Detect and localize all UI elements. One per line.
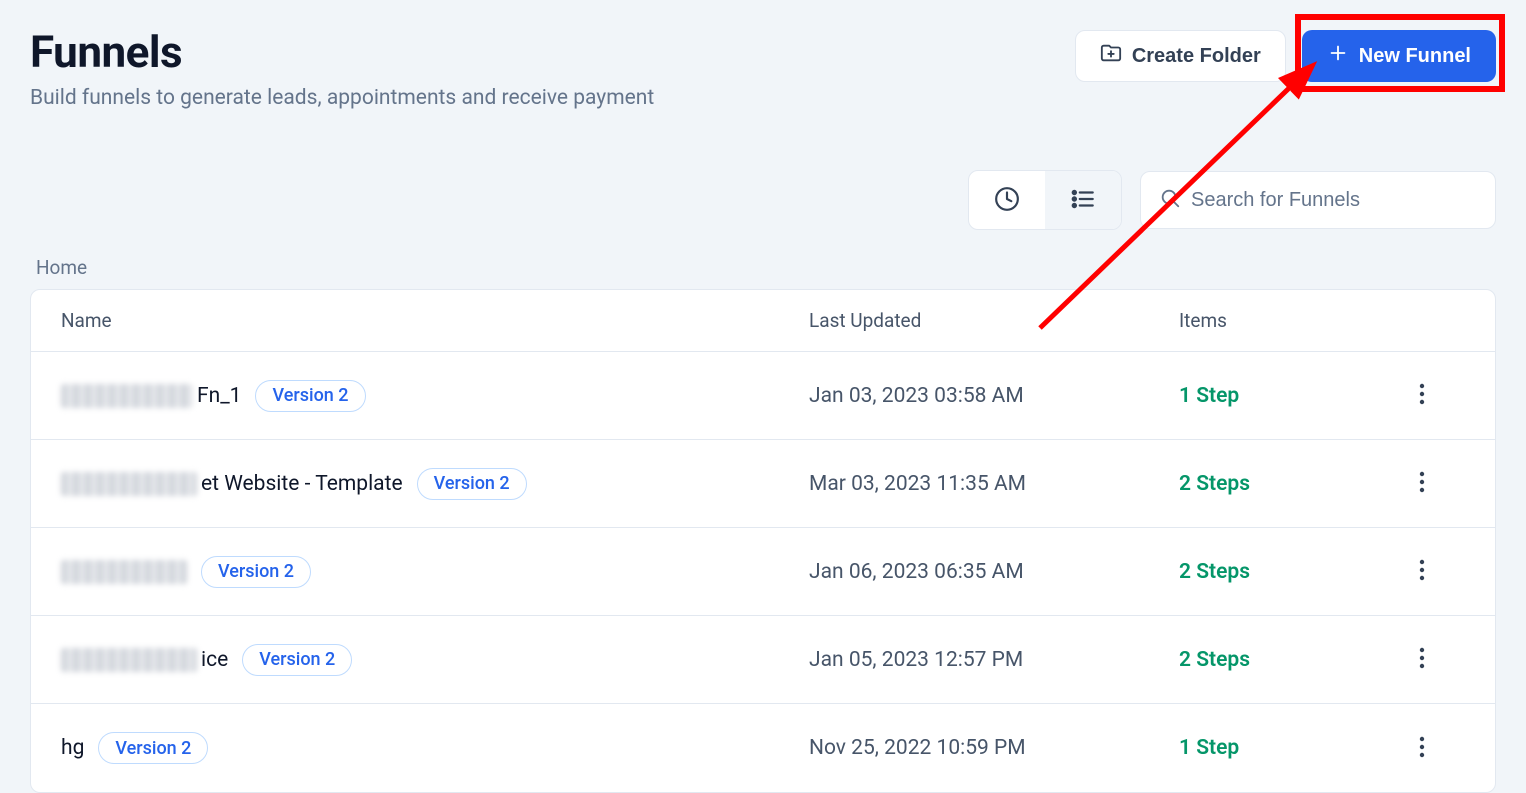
folder-plus-icon — [1100, 42, 1122, 70]
row-more-button[interactable] — [1411, 639, 1433, 680]
version-badge: Version 2 — [98, 732, 208, 764]
items-cell: 2 Steps — [1179, 560, 1379, 584]
updated-cell: Mar 03, 2023 11:35 AM — [809, 472, 1179, 496]
funnel-name-suffix: ice — [201, 648, 228, 672]
version-badge: Version 2 — [242, 644, 352, 676]
col-items: Items — [1179, 309, 1379, 332]
list-icon — [1070, 186, 1096, 215]
version-badge: Version 2 — [201, 556, 311, 588]
col-name: Name — [61, 309, 809, 332]
view-recent-button[interactable] — [969, 171, 1045, 229]
page-subtitle: Build funnels to generate leads, appoint… — [30, 86, 654, 110]
items-cell: 1 Step — [1179, 736, 1379, 760]
funnel-row[interactable]: et Website - Template Version 2 Mar 03, … — [31, 440, 1495, 528]
funnel-name-suffix: Fn_1 — [197, 384, 241, 408]
row-more-button[interactable] — [1411, 728, 1433, 769]
search-field[interactable] — [1140, 171, 1496, 229]
redacted-name — [61, 648, 197, 672]
create-folder-label: Create Folder — [1132, 45, 1261, 68]
col-updated: Last Updated — [809, 309, 1179, 332]
version-badge: Version 2 — [417, 468, 527, 500]
search-icon — [1159, 187, 1181, 213]
updated-cell: Nov 25, 2022 10:59 PM — [809, 736, 1179, 760]
title-block: Funnels Build funnels to generate leads,… — [30, 26, 654, 110]
view-toggle — [968, 170, 1122, 230]
funnels-table: Name Last Updated Items Fn_1 Version 2 J… — [30, 289, 1496, 793]
dots-vertical-icon — [1419, 657, 1425, 672]
breadcrumb[interactable]: Home — [36, 256, 1496, 279]
items-cell: 2 Steps — [1179, 648, 1379, 672]
search-input[interactable] — [1191, 189, 1477, 212]
dots-vertical-icon — [1419, 569, 1425, 584]
row-more-button[interactable] — [1411, 463, 1433, 504]
updated-cell: Jan 05, 2023 12:57 PM — [809, 648, 1179, 672]
funnel-name-suffix: hg — [61, 736, 84, 760]
redacted-name — [61, 472, 197, 496]
funnel-row[interactable]: Version 2 Jan 06, 2023 06:35 AM 2 Steps — [31, 528, 1495, 616]
page-title: Funnels — [30, 26, 654, 78]
funnel-row[interactable]: hg Version 2 Nov 25, 2022 10:59 PM 1 Ste… — [31, 704, 1495, 792]
row-more-button[interactable] — [1411, 375, 1433, 416]
new-funnel-button[interactable]: New Funnel — [1302, 30, 1496, 82]
items-cell: 1 Step — [1179, 384, 1379, 408]
redacted-name — [61, 560, 187, 584]
create-folder-button[interactable]: Create Folder — [1075, 30, 1286, 82]
dots-vertical-icon — [1419, 481, 1425, 496]
new-funnel-label: New Funnel — [1359, 45, 1471, 68]
updated-cell: Jan 06, 2023 06:35 AM — [809, 560, 1179, 584]
plus-icon — [1327, 42, 1349, 70]
row-more-button[interactable] — [1411, 551, 1433, 592]
view-list-button[interactable] — [1045, 171, 1121, 229]
funnel-row[interactable]: Fn_1 Version 2 Jan 03, 2023 03:58 AM 1 S… — [31, 352, 1495, 440]
dots-vertical-icon — [1419, 746, 1425, 761]
redacted-name — [61, 384, 193, 408]
version-badge: Version 2 — [255, 380, 365, 412]
updated-cell: Jan 03, 2023 03:58 AM — [809, 384, 1179, 408]
funnel-name-suffix: et Website - Template — [201, 472, 403, 496]
clock-icon — [994, 186, 1020, 215]
dots-vertical-icon — [1419, 393, 1425, 408]
funnel-row[interactable]: ice Version 2 Jan 05, 2023 12:57 PM 2 St… — [31, 616, 1495, 704]
items-cell: 2 Steps — [1179, 472, 1379, 496]
